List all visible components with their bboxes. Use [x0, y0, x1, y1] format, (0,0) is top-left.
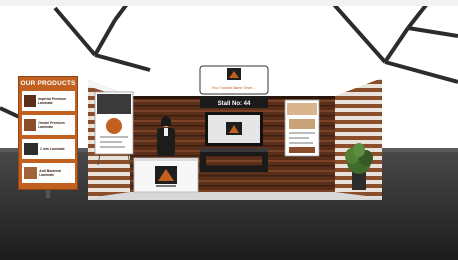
left-standee-poster[interactable] — [94, 91, 134, 166]
reception-desk[interactable] — [133, 157, 199, 193]
product-thumbnail-icon — [24, 167, 38, 179]
right-standee-poster[interactable] — [284, 99, 320, 157]
product-item[interactable]: Anti Bacterial Laminate — [22, 163, 75, 183]
booth-header-sign[interactable]: Your Trusted Name Since ... — [199, 65, 269, 95]
product-thumbnail-icon — [24, 119, 37, 131]
product-item[interactable]: Imperial Premium Laminate — [22, 91, 75, 111]
our-products-title: OUR PRODUCTS — [20, 80, 76, 87]
product-item[interactable]: Ornate Premium Laminate — [22, 115, 75, 135]
booth-platform — [88, 192, 382, 200]
product-thumbnail-icon — [24, 143, 38, 155]
header-tagline: Your Trusted Name Since ... — [212, 86, 257, 90]
product-thumbnail-icon — [24, 95, 36, 107]
central-video-screen[interactable] — [205, 112, 263, 146]
products-panel-stand — [46, 190, 50, 198]
stall-number-label: Stall No: 44 — [218, 101, 251, 107]
product-item[interactable]: 1 mm Laminate — [22, 139, 75, 159]
our-products-panel[interactable]: OUR PRODUCTS Imperial Premium Laminate O… — [18, 76, 78, 190]
